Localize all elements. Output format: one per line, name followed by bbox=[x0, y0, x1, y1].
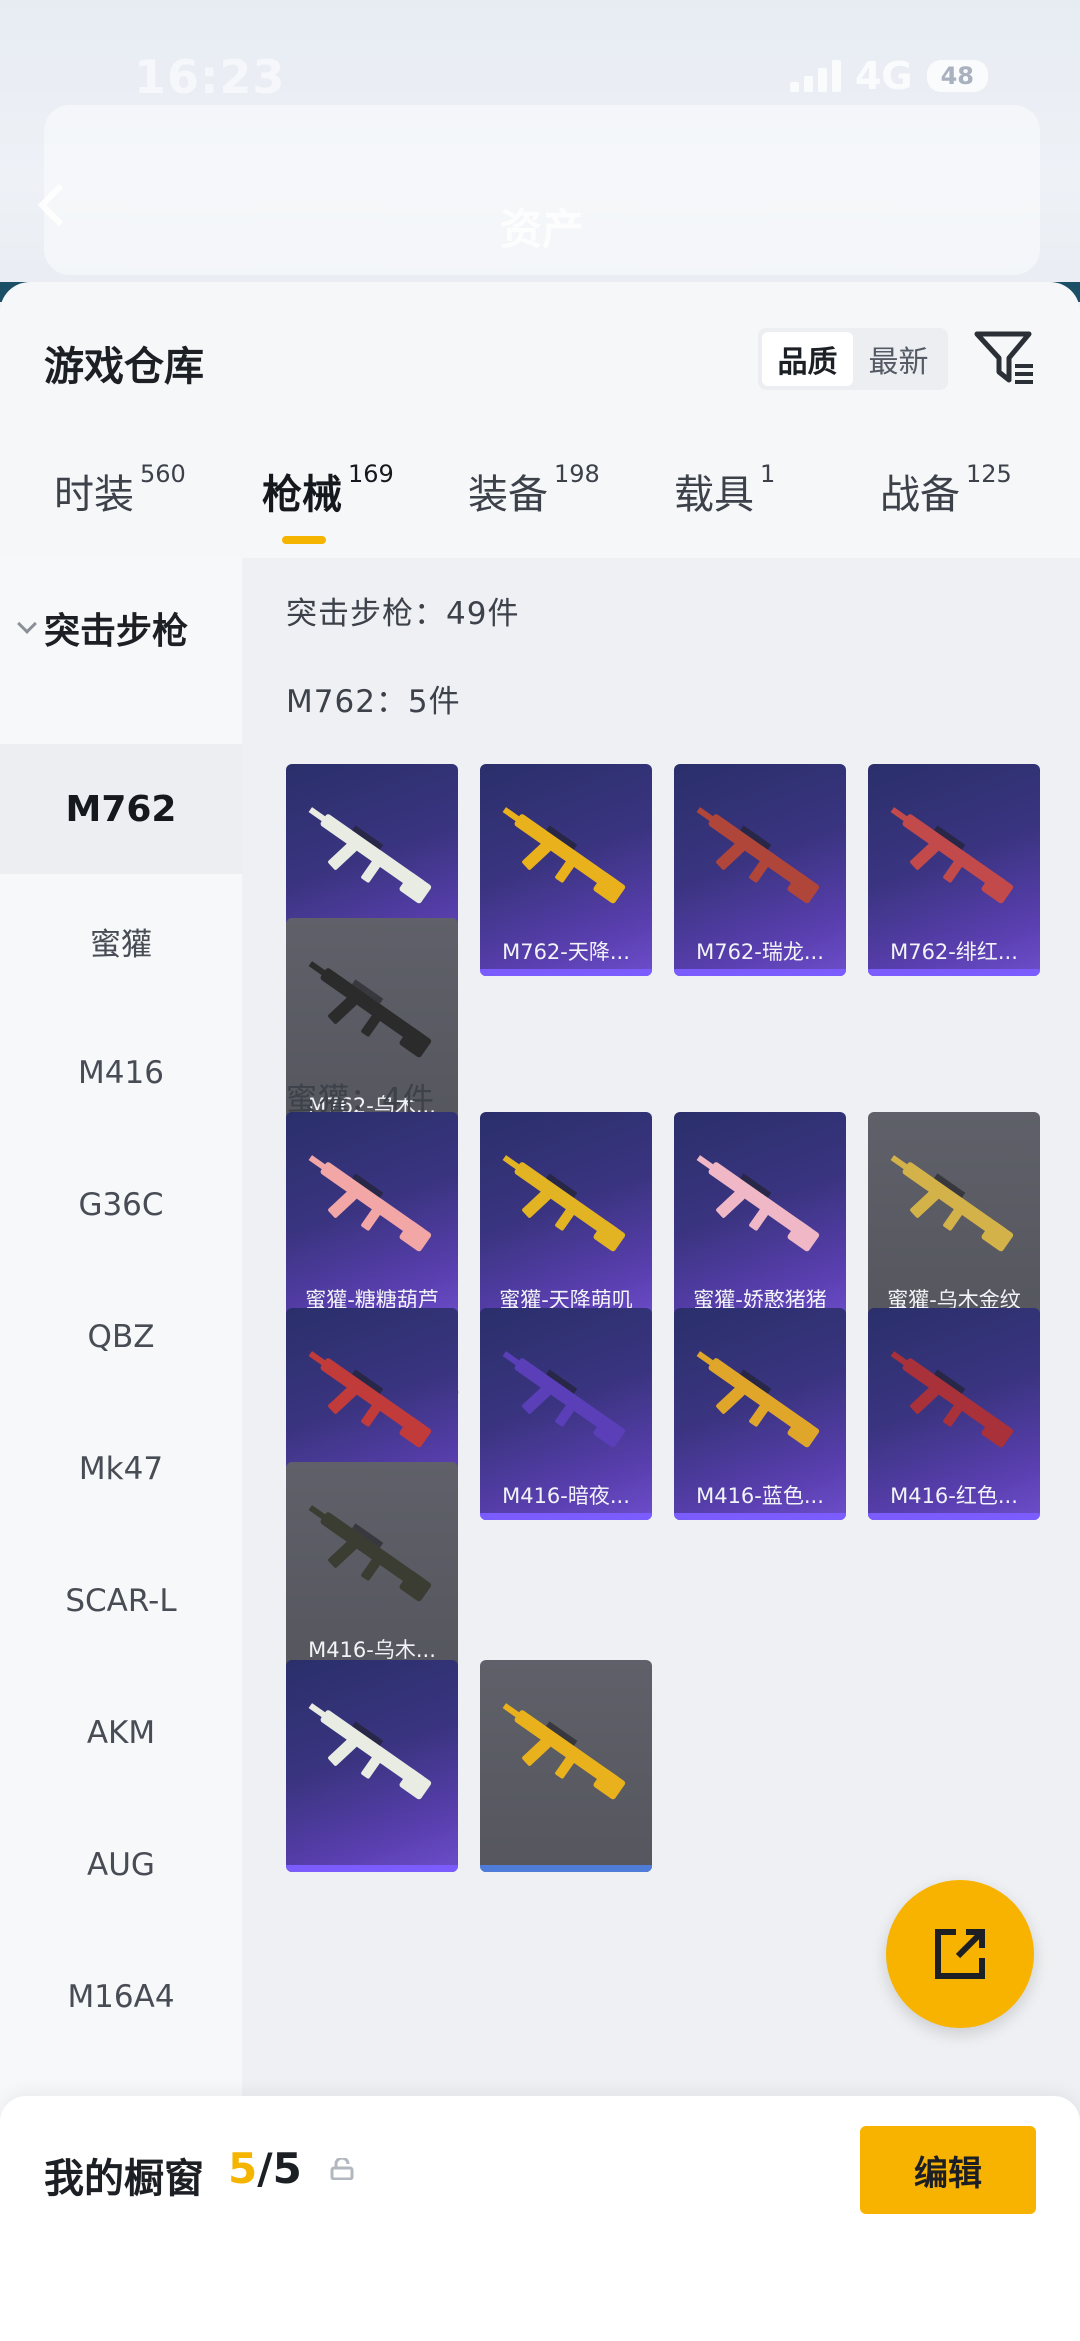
sidebar-item-scar-l[interactable]: SCAR-L bbox=[0, 1536, 242, 1666]
weapon-skin-card[interactable]: M416-乌木... bbox=[286, 1462, 458, 1674]
showcase-count: 5/5 bbox=[228, 2144, 302, 2193]
category-header[interactable]: 突击步枪 bbox=[17, 602, 189, 654]
rifle-icon bbox=[890, 807, 1014, 904]
battery-badge: 48 bbox=[926, 60, 988, 92]
sidebar-item-mk47[interactable]: Mk47 bbox=[0, 1404, 242, 1534]
weapon-skin-card[interactable]: 蜜獾-糖糖葫芦 bbox=[286, 1112, 458, 1324]
rarity-bar bbox=[480, 1865, 652, 1872]
rarity-bar bbox=[868, 1513, 1040, 1520]
showcase-label: 我的橱窗 bbox=[44, 2156, 204, 2202]
sidebar-item-aug[interactable]: AUG bbox=[0, 1800, 242, 1930]
rifle-icon bbox=[308, 1351, 432, 1448]
weapon-grid: 突击步枪：49件 M762：5件M762-雏菊...M762-天降...M762… bbox=[242, 558, 1080, 2341]
tab-vehicles[interactable]: 载具 1 bbox=[674, 460, 775, 520]
rifle-icon bbox=[308, 1505, 432, 1602]
rifle-icon bbox=[308, 961, 432, 1058]
edit-button[interactable]: 编辑 bbox=[860, 2126, 1036, 2214]
rarity-bar bbox=[480, 969, 652, 976]
signal-icon bbox=[789, 60, 841, 92]
weapon-skin-card[interactable]: 蜜獾-天降萌叽 bbox=[480, 1112, 652, 1324]
sidebar-item-m416[interactable]: M416 bbox=[0, 1008, 242, 1138]
weapon-skin-card[interactable] bbox=[286, 1660, 458, 1872]
section-heading: M762：5件 bbox=[286, 684, 461, 720]
tab-guns[interactable]: 枪械 169 bbox=[262, 460, 394, 520]
card-label: M762-瑞龙... bbox=[696, 940, 824, 964]
share-icon bbox=[935, 1929, 985, 1979]
sidebar-item-akm[interactable]: AKM bbox=[0, 1668, 242, 1798]
weapon-skin-card[interactable]: M762-绯红... bbox=[868, 764, 1040, 976]
sort-quality-option[interactable]: 品质 bbox=[762, 332, 853, 386]
weapon-skin-card[interactable]: M762-瑞龙... bbox=[674, 764, 846, 976]
rifle-icon bbox=[696, 1155, 820, 1252]
network-label: 4G bbox=[854, 54, 913, 98]
card-label: M762-绯红... bbox=[890, 940, 1018, 964]
weapon-skin-card[interactable] bbox=[480, 1660, 652, 1872]
rifle-icon bbox=[696, 807, 820, 904]
rarity-bar bbox=[286, 1865, 458, 1872]
sidebar-item-m16a4[interactable]: M16A4 bbox=[0, 1932, 242, 2062]
card-label: M416-蓝色... bbox=[696, 1484, 824, 1508]
panel-title: 游戏仓库 bbox=[44, 344, 204, 390]
status-time: 16:23 bbox=[134, 50, 286, 104]
rifle-icon bbox=[502, 1703, 626, 1800]
rifle-icon bbox=[502, 1351, 626, 1448]
chevron-down-icon bbox=[17, 614, 37, 634]
rifle-icon bbox=[502, 807, 626, 904]
sort-segmented-control[interactable]: 品质 最新 bbox=[758, 328, 948, 390]
sidebar-item-honey-badger[interactable]: 蜜獾 bbox=[0, 876, 242, 1006]
rarity-bar bbox=[674, 969, 846, 976]
blurred-page-title: 资产 bbox=[500, 205, 585, 254]
rifle-icon bbox=[308, 807, 432, 904]
weapon-skin-card[interactable]: M416-暗夜... bbox=[480, 1308, 652, 1520]
weapon-skin-card[interactable]: 蜜獾-乌木金纹 bbox=[868, 1112, 1040, 1324]
tab-equipment[interactable]: 装备 198 bbox=[468, 460, 600, 520]
card-label: M762-天降... bbox=[502, 940, 630, 964]
sort-newest-option[interactable]: 最新 bbox=[853, 332, 944, 386]
showcase-total: /5 bbox=[257, 2144, 302, 2193]
weapon-skin-card[interactable]: 蜜獾-娇憨猪猪 bbox=[674, 1112, 846, 1324]
lock-icon[interactable] bbox=[330, 2158, 354, 2180]
weapon-skin-card[interactable]: M416-蓝色... bbox=[674, 1308, 846, 1520]
status-indicators: 4G 48 bbox=[789, 54, 988, 98]
sidebar-item-qbz[interactable]: QBZ bbox=[0, 1272, 242, 1402]
rifle-icon bbox=[696, 1351, 820, 1448]
sidebar-item-g36c[interactable]: G36C bbox=[0, 1140, 242, 1270]
card-label: M416-暗夜... bbox=[502, 1484, 630, 1508]
rarity-bar bbox=[480, 1513, 652, 1520]
tab-supplies[interactable]: 战备 125 bbox=[880, 460, 1012, 520]
sidebar-item-m762[interactable]: M762 bbox=[0, 744, 242, 874]
warehouse-panel: 游戏仓库 品质 最新 时装 560 枪械 169 装备 198 载具 1 战备 … bbox=[0, 282, 1080, 2341]
card-label: M416-红色... bbox=[890, 1484, 1018, 1508]
weapon-skin-card[interactable]: M416-红色... bbox=[868, 1308, 1040, 1520]
category-count-heading: 突击步枪：49件 bbox=[286, 596, 520, 632]
active-tab-indicator bbox=[282, 536, 326, 544]
rifle-icon bbox=[308, 1703, 432, 1800]
showcase-current: 5 bbox=[228, 2144, 258, 2193]
rifle-icon bbox=[502, 1155, 626, 1252]
weapon-sidebar: 突击步枪 M762 蜜獾 M416 G36C QBZ Mk47 SCAR-L A… bbox=[0, 558, 242, 2341]
rarity-bar bbox=[868, 969, 1040, 976]
share-button[interactable] bbox=[886, 1880, 1034, 2028]
tab-skins[interactable]: 时装 560 bbox=[54, 460, 186, 520]
category-tabs: 时装 560 枪械 169 装备 198 载具 1 战备 125 bbox=[0, 460, 1080, 558]
filter-icon[interactable] bbox=[973, 328, 1037, 390]
category-label: 突击步枪 bbox=[44, 611, 189, 652]
showcase-bar: 我的橱窗 5/5 编辑 bbox=[0, 2096, 1080, 2341]
rifle-icon bbox=[308, 1155, 432, 1252]
rarity-bar bbox=[674, 1513, 846, 1520]
rifle-icon bbox=[890, 1155, 1014, 1252]
rifle-icon bbox=[890, 1351, 1014, 1448]
weapon-skin-card[interactable]: M762-天降... bbox=[480, 764, 652, 976]
